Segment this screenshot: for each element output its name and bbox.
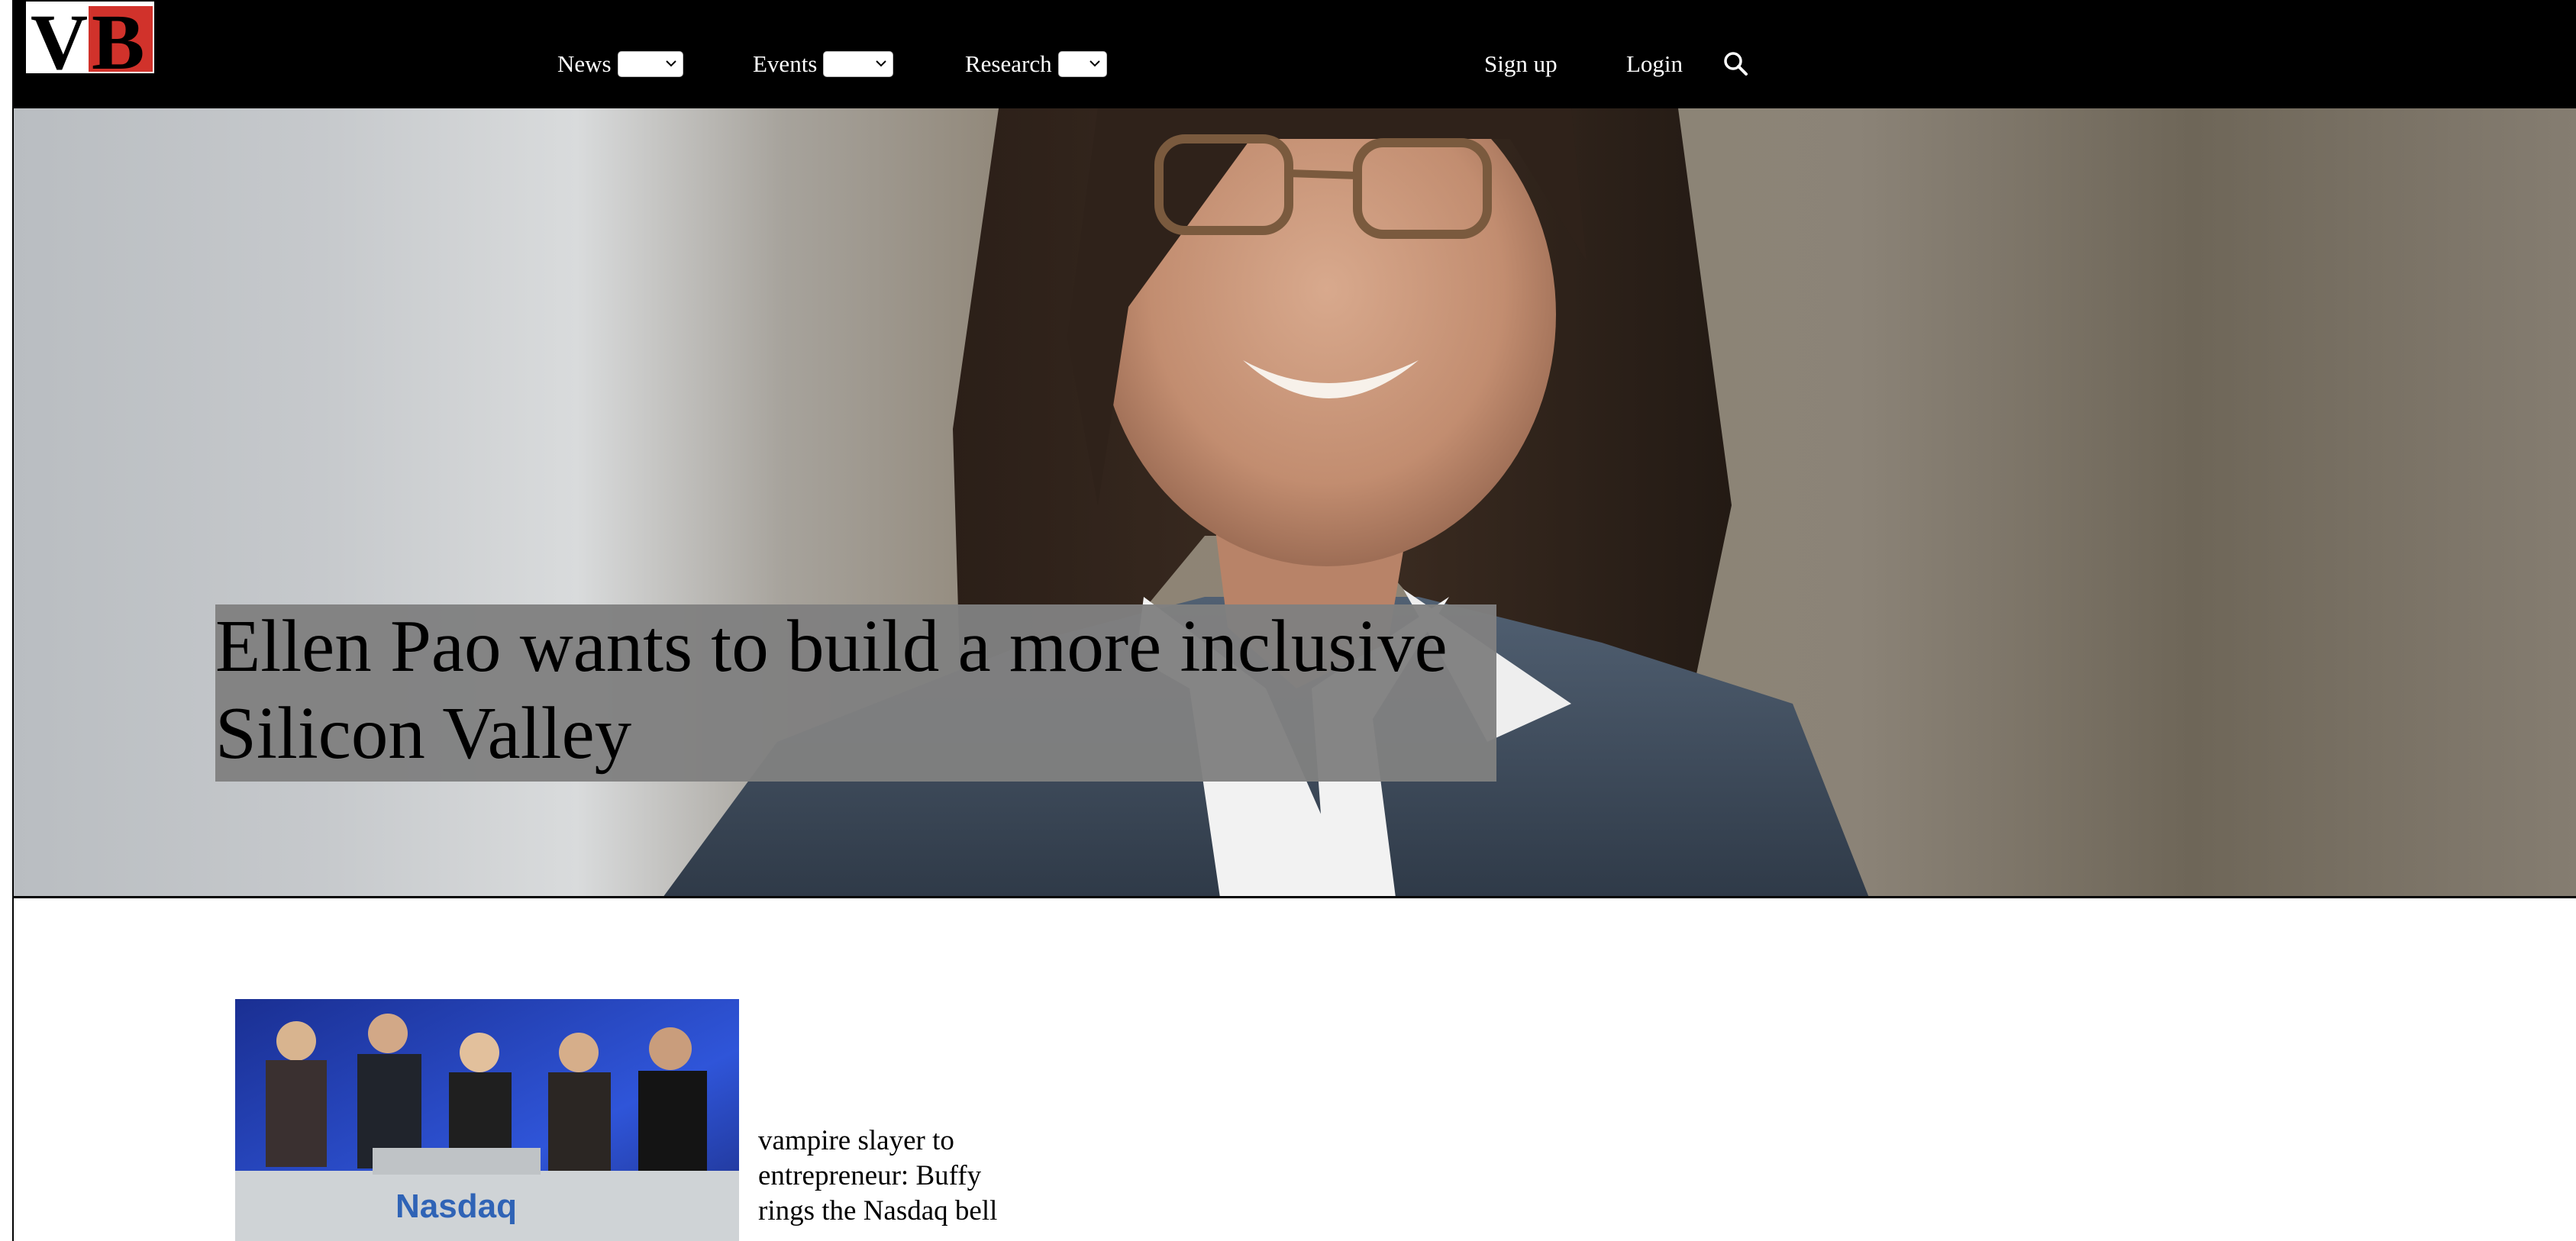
story-thumbnail[interactable]: Nasdaq [235, 999, 739, 1241]
news-dropdown[interactable] [617, 51, 683, 77]
search-button[interactable] [1721, 49, 1751, 79]
svg-text:Nasdaq: Nasdaq [395, 1188, 517, 1225]
nav-research-label[interactable]: Research [965, 50, 1052, 78]
research-dropdown[interactable] [1057, 51, 1107, 77]
svg-text:B: B [92, 2, 144, 73]
vb-logo[interactable]: V B [26, 2, 154, 73]
search-icon [1724, 52, 1748, 76]
top-navigation-bar: V B News Events Research Sign up Login [12, 0, 2576, 108]
hero-divider [12, 896, 2576, 898]
nasdaq-bell-photo: Nasdaq [235, 999, 739, 1241]
login-link[interactable]: Login [1626, 47, 1683, 81]
chevron-down-icon [1089, 60, 1100, 67]
signup-link[interactable]: Sign up [1484, 47, 1558, 81]
events-dropdown[interactable] [823, 51, 894, 77]
nav-news: News [557, 47, 683, 81]
chevron-down-icon [876, 60, 887, 67]
chevron-down-icon [665, 60, 676, 67]
nav-events: Events [753, 47, 894, 81]
nav-events-label[interactable]: Events [753, 50, 817, 78]
nav-news-label[interactable]: News [557, 50, 612, 78]
page: V B News Events Research Sign up Login E… [0, 0, 2576, 1241]
svg-text:V: V [31, 2, 88, 73]
story-title[interactable]: vampire slayer to entrepreneur: Buffy ri… [758, 1123, 1018, 1229]
nav-research: Research [965, 47, 1107, 81]
hero-headline[interactable]: Ellen Pao wants to build a more inclusiv… [215, 603, 1513, 777]
vb-logo-mark: V B [26, 2, 154, 73]
